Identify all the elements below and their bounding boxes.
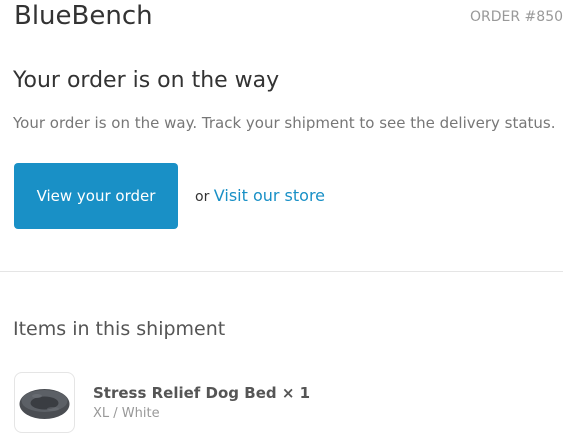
order-number: ORDER #8502 <box>470 9 563 25</box>
store-link-line: or Visit our store <box>195 186 325 205</box>
item-title: Stress Relief Dog Bed × 1 <box>93 384 311 402</box>
view-order-button[interactable]: View your order <box>14 163 178 229</box>
visit-store-link[interactable]: Visit our store <box>214 186 325 205</box>
dog-bed-image <box>19 388 70 419</box>
or-text: or <box>195 189 210 205</box>
product-thumbnail <box>14 372 75 433</box>
item-variant: XL / White <box>93 406 160 421</box>
page-title: Your order is on the way <box>13 68 280 93</box>
shipment-section-title: Items in this shipment <box>13 318 226 340</box>
status-message: Your order is on the way. Track your shi… <box>13 114 556 132</box>
shop-name: BlueBench <box>14 1 153 31</box>
section-divider <box>0 271 563 272</box>
